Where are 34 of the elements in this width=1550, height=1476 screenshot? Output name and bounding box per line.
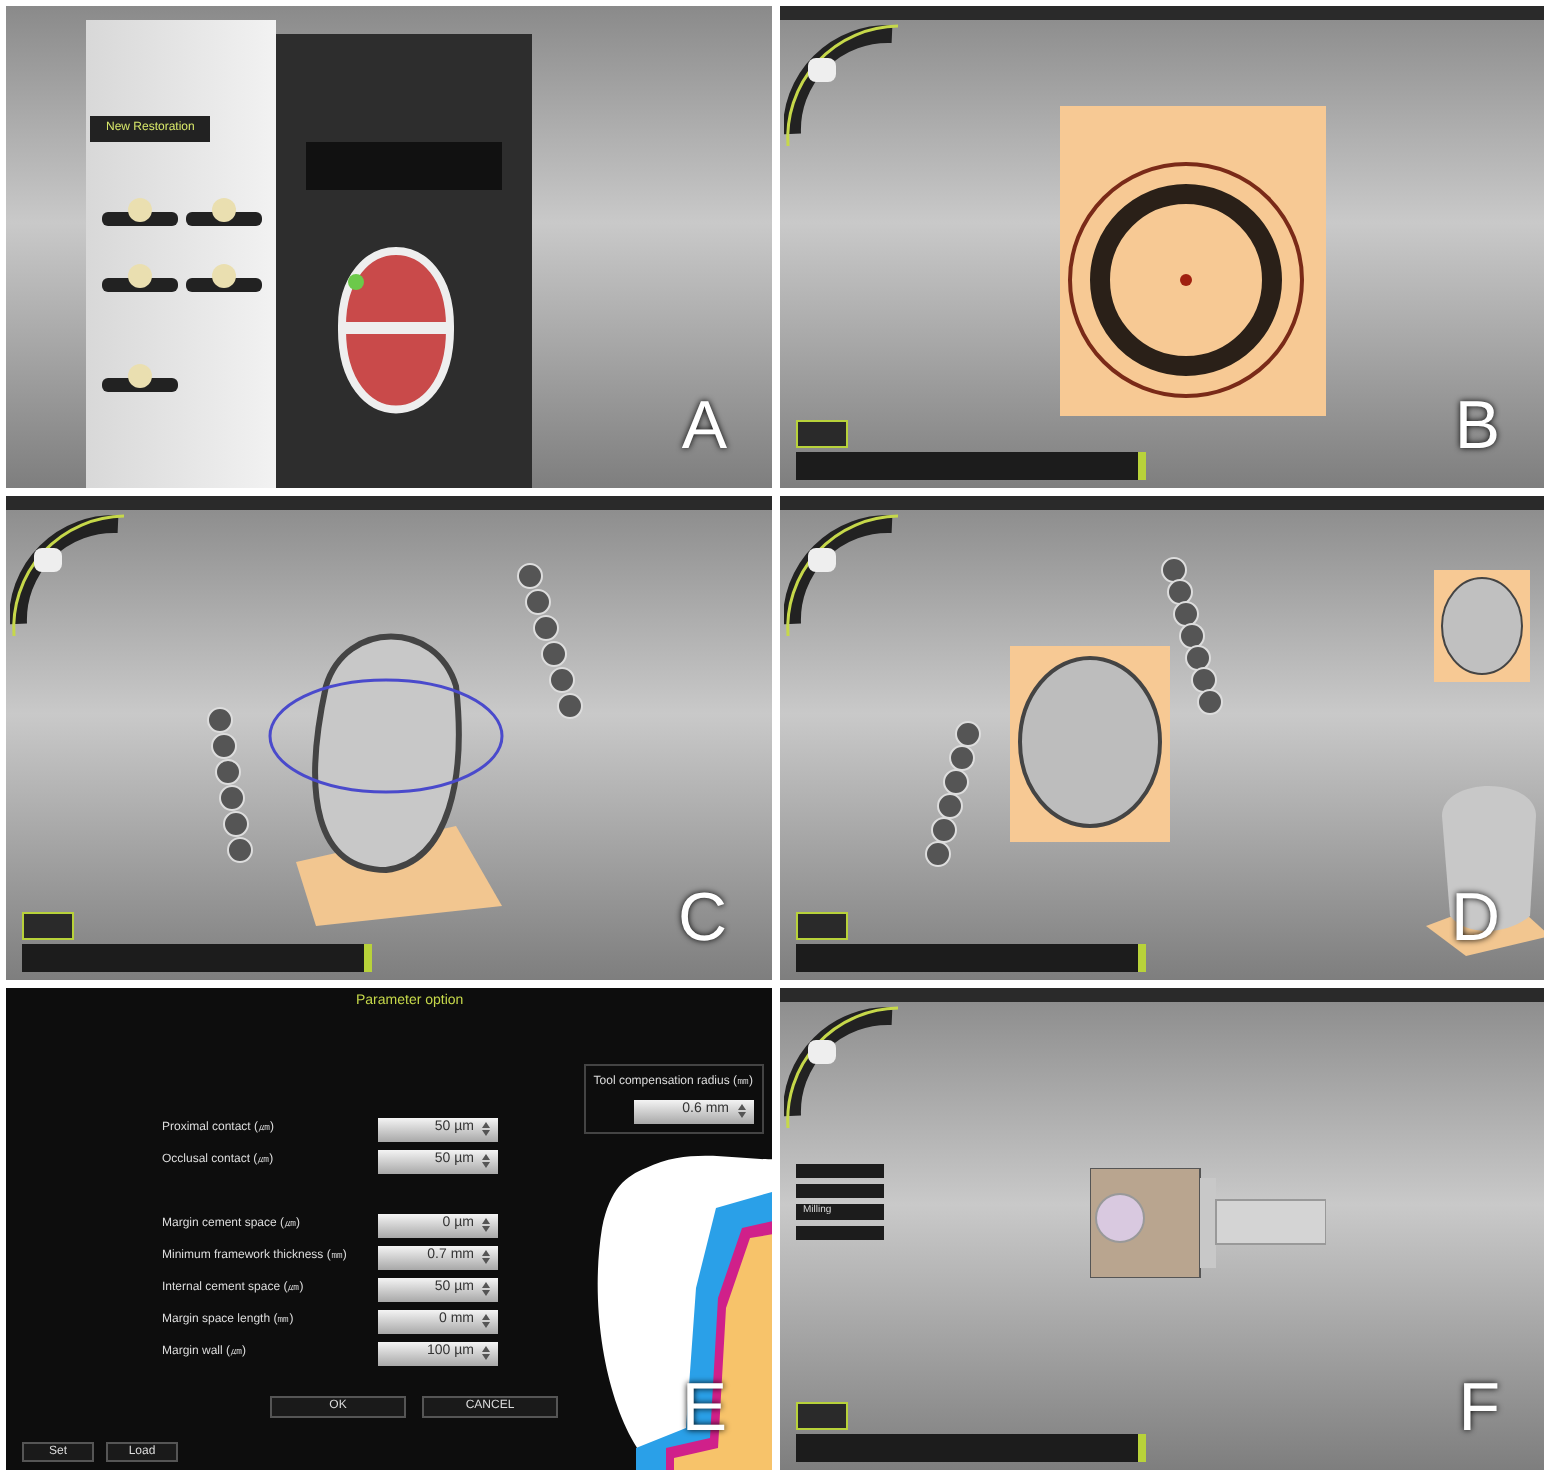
spinner-icon[interactable] bbox=[482, 1282, 490, 1297]
bottom-toolbar[interactable] bbox=[795, 452, 1145, 481]
tooth-tray-icon[interactable] bbox=[186, 196, 262, 228]
menu-item[interactable] bbox=[795, 1163, 883, 1178]
step-wheel-icon bbox=[783, 22, 899, 150]
bottom-toolbar[interactable] bbox=[795, 1433, 1145, 1462]
menu-item[interactable] bbox=[795, 1225, 883, 1240]
panel-letter: F bbox=[1458, 1373, 1500, 1442]
toolbar-tab[interactable] bbox=[795, 1401, 847, 1430]
tooth-tray-icon[interactable] bbox=[102, 196, 178, 228]
step-wheel-icon bbox=[783, 1003, 899, 1132]
spinner-icon[interactable] bbox=[482, 1218, 490, 1233]
spinner-icon[interactable] bbox=[737, 1104, 745, 1119]
panel-letter: D bbox=[1450, 883, 1500, 952]
spinner-icon[interactable] bbox=[482, 1154, 490, 1169]
toolbar-tab[interactable] bbox=[22, 911, 74, 940]
step-wheel-icon bbox=[783, 512, 899, 641]
spinner-icon[interactable] bbox=[482, 1314, 490, 1329]
tooth-tray-icon[interactable] bbox=[102, 362, 178, 394]
panel-letter: B bbox=[1454, 392, 1500, 461]
step-wheel-icon bbox=[10, 512, 126, 641]
bottom-toolbar[interactable] bbox=[795, 943, 1145, 972]
crown-thumbnail-drawing bbox=[1433, 570, 1529, 683]
bottom-toolbar[interactable] bbox=[22, 943, 372, 972]
menu-item[interactable] bbox=[795, 1183, 883, 1198]
spinner-icon[interactable] bbox=[482, 1250, 490, 1265]
panel-letter: A bbox=[681, 392, 727, 461]
tooth-tray-icon[interactable] bbox=[186, 262, 262, 294]
tooth-tray-icon[interactable] bbox=[102, 262, 178, 294]
toolbar-tab[interactable] bbox=[795, 420, 847, 449]
spinner-icon[interactable] bbox=[482, 1122, 490, 1137]
panel-letter: C bbox=[677, 883, 727, 952]
spinner-icon[interactable] bbox=[482, 1346, 490, 1361]
toolbar-tab[interactable] bbox=[795, 911, 847, 940]
